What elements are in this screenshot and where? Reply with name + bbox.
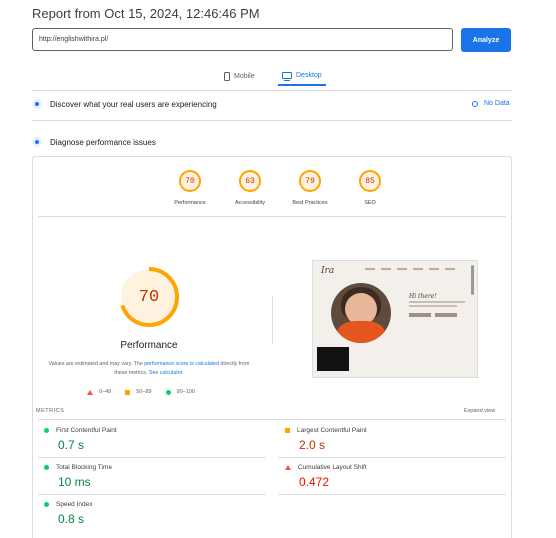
performance-score: 70 — [138, 287, 160, 307]
good-icon — [44, 502, 49, 507]
divider — [38, 419, 506, 420]
diagnose-icon — [32, 137, 42, 147]
gauge-score: 79 — [299, 170, 321, 192]
site-nav — [365, 268, 455, 270]
gauge-best-practices[interactable]: 79 Best Practices — [280, 170, 340, 206]
device-tabs: Mobile Desktop — [220, 66, 326, 88]
legend-label: 50–89 — [136, 389, 152, 395]
good-icon — [44, 428, 49, 433]
url-input[interactable]: http://englishwithira.pl/ — [32, 28, 453, 51]
legend-average: 50–89 — [125, 389, 152, 395]
diagnose-heading: Diagnose performance issues — [50, 137, 156, 147]
average-icon — [285, 428, 290, 433]
triangle-icon — [87, 389, 93, 395]
metrics-header: METRICS — [36, 408, 65, 414]
no-data-indicator[interactable]: No Data — [472, 100, 510, 107]
metric-value: 10 ms — [58, 475, 91, 489]
page-screenshot: Ira Hi there! — [312, 260, 478, 378]
site-greeting: Hi there! — [409, 293, 437, 300]
performance-title: Performance — [120, 340, 178, 351]
calculator-link[interactable]: See calculator. — [149, 370, 184, 376]
info-icon — [472, 100, 478, 107]
metric-value: 0.8 s — [58, 512, 85, 526]
metric-label: Largest Contentful Paint — [297, 427, 367, 434]
metric-value: 0.472 — [299, 475, 330, 489]
metric-tbt: Total Blocking Time 10 ms — [44, 464, 112, 489]
gauge-seo[interactable]: 85 SEO — [340, 170, 400, 206]
gauge-label: SEO — [364, 200, 376, 206]
analyze-button[interactable]: Analyze — [461, 28, 511, 52]
legend-good: 90–100 — [165, 389, 195, 395]
real-users-section: Discover what your real users are experi… — [32, 99, 217, 109]
metric-cls: Cumulative Layout Shift 0.472 — [285, 464, 367, 489]
gauge-score: 63 — [239, 170, 261, 192]
metric-lcp: Largest Contentful Paint 2.0 s — [285, 427, 367, 452]
divider — [38, 216, 506, 217]
real-users-heading: Discover what your real users are experi… — [50, 99, 217, 109]
tab-desktop[interactable]: Desktop — [278, 66, 326, 86]
metric-label: Total Blocking Time — [56, 464, 112, 471]
legend-poor: 0–49 — [87, 389, 111, 395]
tab-desktop-label: Desktop — [296, 71, 322, 79]
metric-fcp: First Contentful Paint 0.7 s — [44, 427, 117, 452]
divider — [278, 457, 506, 458]
legend-label: 0–49 — [99, 389, 112, 395]
metric-value: 0.7 s — [58, 438, 85, 452]
metric-value: 2.0 s — [299, 438, 326, 452]
circle-icon — [165, 389, 171, 395]
tab-mobile-label: Mobile — [234, 72, 255, 80]
divider — [32, 90, 512, 91]
performance-note: Values are estimated and may vary. The p… — [44, 360, 254, 378]
score-legend: 0–49 50–89 90–100 — [87, 389, 195, 395]
metric-label: Speed Index — [56, 501, 93, 508]
score-calculated-link[interactable]: performance score is calculated — [144, 361, 219, 367]
gauge-accessibility[interactable]: 63 Accessibility — [220, 170, 280, 206]
diagnose-section: Diagnose performance issues — [32, 137, 156, 147]
tab-mobile[interactable]: Mobile — [220, 66, 270, 86]
metric-label: Cumulative Layout Shift — [298, 464, 367, 471]
legend-label: 90–100 — [176, 389, 195, 395]
gauge-score: 85 — [359, 170, 381, 192]
report-title: Report from Oct 15, 2024, 12:46:46 PM — [32, 6, 260, 21]
cookie-banner — [317, 347, 349, 371]
metric-label: First Contentful Paint — [56, 427, 117, 434]
divider — [278, 494, 506, 495]
good-icon — [44, 465, 49, 470]
note-text: Values are estimated and may vary. The — [48, 361, 145, 367]
square-icon — [125, 389, 131, 395]
no-data-label: No Data — [484, 100, 510, 107]
portrait-photo — [331, 283, 391, 343]
gauge-label: Accessibility — [235, 200, 265, 206]
site-logo: Ira — [321, 266, 335, 276]
poor-icon — [285, 465, 291, 470]
phone-icon — [224, 71, 230, 81]
people-icon — [32, 99, 42, 109]
desktop-icon — [282, 71, 292, 81]
gauge-performance[interactable]: 70 Performance — [160, 170, 220, 206]
expand-view-toggle[interactable]: Expand view — [464, 408, 495, 414]
divider — [32, 120, 512, 121]
divider — [38, 457, 266, 458]
vertical-divider — [272, 296, 273, 344]
category-gauges: 70 Performance 63 Accessibility 79 Best … — [160, 170, 400, 206]
divider — [38, 494, 266, 495]
scrollbar — [471, 265, 474, 295]
gauge-label: Performance — [174, 200, 206, 206]
gauge-label: Best Practices — [292, 200, 328, 206]
metric-speed-index: Speed Index 0.8 s — [44, 501, 93, 526]
gauge-score: 70 — [179, 170, 201, 192]
